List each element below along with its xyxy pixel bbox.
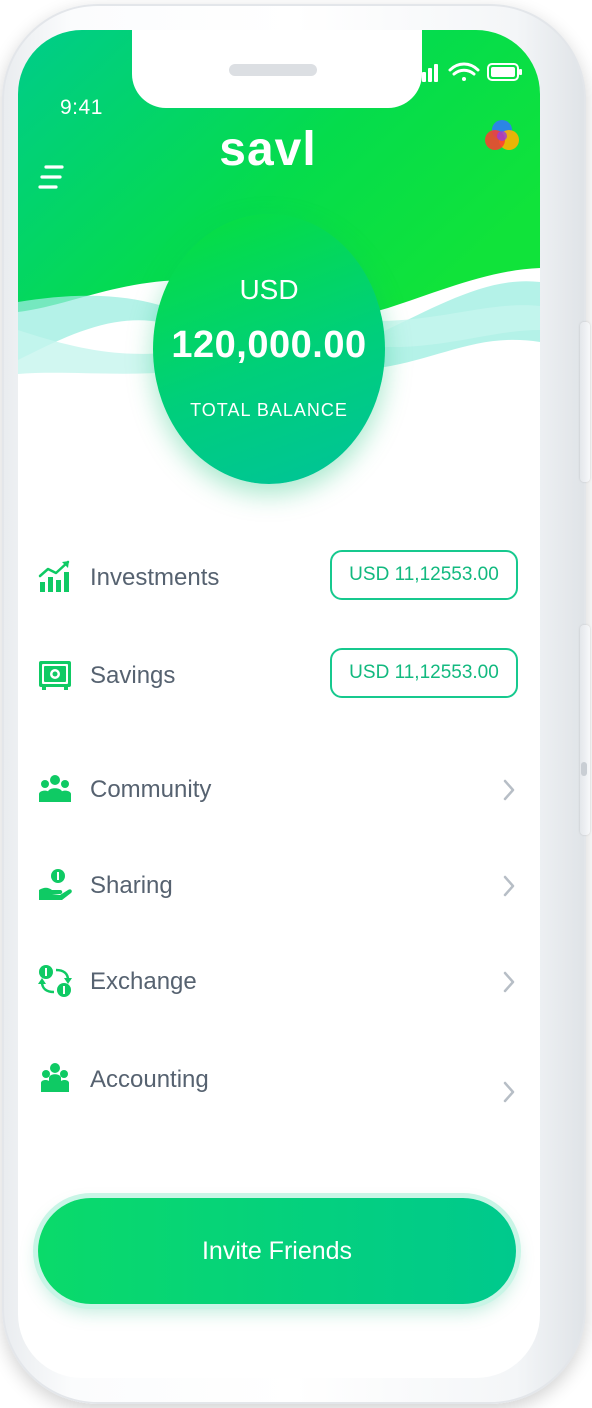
safe-icon: [39, 661, 71, 690]
savings-row[interactable]: Savings USD 11,12553.00: [38, 646, 518, 706]
status-icons: [416, 62, 522, 82]
investments-value-pill[interactable]: USD 11,12553.00: [330, 550, 518, 600]
community-group-icon: [39, 775, 71, 802]
investments-row[interactable]: Investments USD 11,12553.00: [38, 548, 518, 608]
hand-coin-icon: [39, 869, 72, 900]
phone-side-dot: [581, 762, 587, 776]
chevron-right-icon: [503, 875, 515, 897]
notch-speaker: [229, 64, 317, 76]
total-balance-circle: USD 120,000.00 TOTAL BALANCE: [153, 214, 385, 484]
status-time: 9:41: [60, 96, 103, 119]
battery-icon: [487, 63, 522, 81]
exchange-icon: [38, 965, 72, 997]
balance-currency: USD: [239, 274, 299, 305]
balance-amount: 120,000.00: [171, 324, 367, 366]
menu-item-sharing[interactable]: Sharing: [38, 856, 518, 916]
chevron-right-icon: [503, 779, 515, 801]
phone-side-button-bottom: [580, 625, 590, 835]
wifi-icon: [448, 62, 480, 81]
investments-label: Investments: [90, 564, 220, 591]
menu-item-accounting[interactable]: Accounting: [38, 1050, 518, 1110]
investments-chart-icon: [38, 560, 70, 592]
phone-side-button-top: [580, 322, 590, 482]
chevron-right-icon: [503, 971, 515, 993]
menu-item-community[interactable]: Community: [38, 760, 518, 820]
balance-label: TOTAL BALANCE: [190, 400, 348, 420]
phone-mockup: 9:41 savl USD 120,000.00 TOTAL BALANCE I…: [0, 0, 592, 1408]
savings-value-pill[interactable]: USD 11,12553.00: [330, 648, 518, 698]
hamburger-menu-icon[interactable]: [38, 162, 66, 194]
app-screen: 9:41 savl USD 120,000.00 TOTAL BALANCE I…: [18, 30, 540, 1378]
community-label: Community: [90, 776, 212, 803]
accounting-people-icon: [41, 1063, 69, 1092]
app-logo: savl: [219, 123, 317, 176]
signal-icon: [416, 64, 438, 82]
invite-friends-button[interactable]: Invite Friends: [38, 1198, 516, 1304]
sharing-label: Sharing: [90, 872, 173, 899]
menu-item-exchange[interactable]: Exchange: [38, 952, 518, 1012]
savings-label: Savings: [90, 662, 176, 689]
profile-app-icon[interactable]: [482, 116, 522, 156]
exchange-label: Exchange: [90, 968, 197, 995]
accounting-label: Accounting: [90, 1066, 209, 1093]
chevron-right-icon: [503, 1081, 515, 1103]
